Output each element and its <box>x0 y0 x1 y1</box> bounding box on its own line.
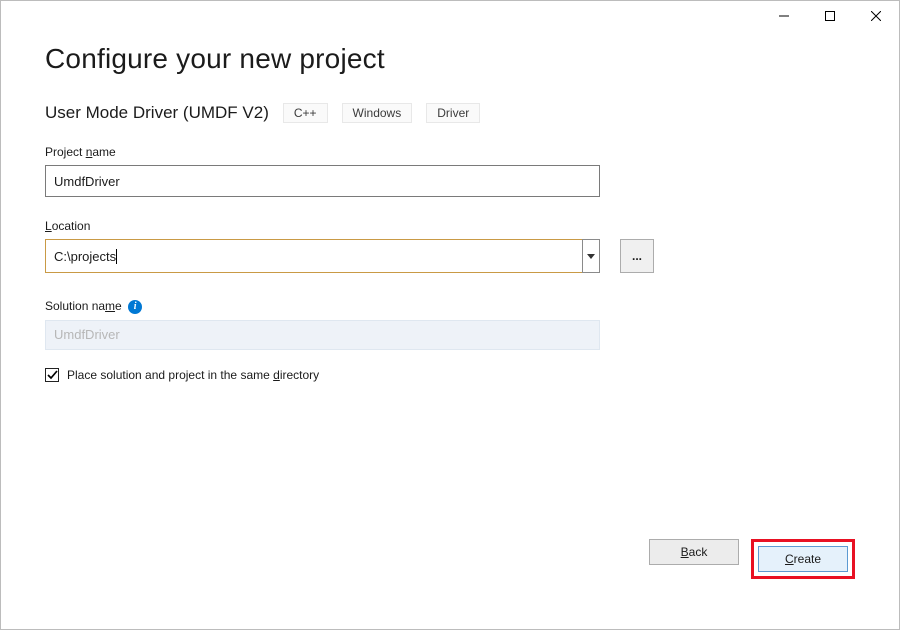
create-button-highlight: Create <box>751 539 855 579</box>
same-directory-checkbox[interactable] <box>45 368 59 382</box>
project-name-label: Project name <box>45 145 855 159</box>
location-label: Location <box>45 219 855 233</box>
back-button[interactable]: Back <box>649 539 739 565</box>
template-name: User Mode Driver (UMDF V2) <box>45 103 269 123</box>
project-name-input[interactable]: UmdfDriver <box>45 165 600 197</box>
same-directory-label: Place solution and project in the same d… <box>67 368 319 382</box>
location-input[interactable]: C:\projects <box>45 239 582 273</box>
tag-type: Driver <box>426 103 480 123</box>
info-icon[interactable]: i <box>128 300 142 314</box>
chevron-down-icon <box>587 254 595 259</box>
browse-button[interactable]: ... <box>620 239 654 273</box>
tag-lang: C++ <box>283 103 328 123</box>
close-button[interactable] <box>853 1 899 31</box>
tag-platform: Windows <box>342 103 413 123</box>
page-title: Configure your new project <box>45 43 855 75</box>
checkmark-icon <box>47 370 58 380</box>
solution-name-input: UmdfDriver <box>45 320 600 350</box>
location-dropdown-button[interactable] <box>582 239 600 273</box>
create-button[interactable]: Create <box>758 546 848 572</box>
text-cursor-icon <box>116 249 117 264</box>
solution-name-label: Solution name i <box>45 299 855 314</box>
